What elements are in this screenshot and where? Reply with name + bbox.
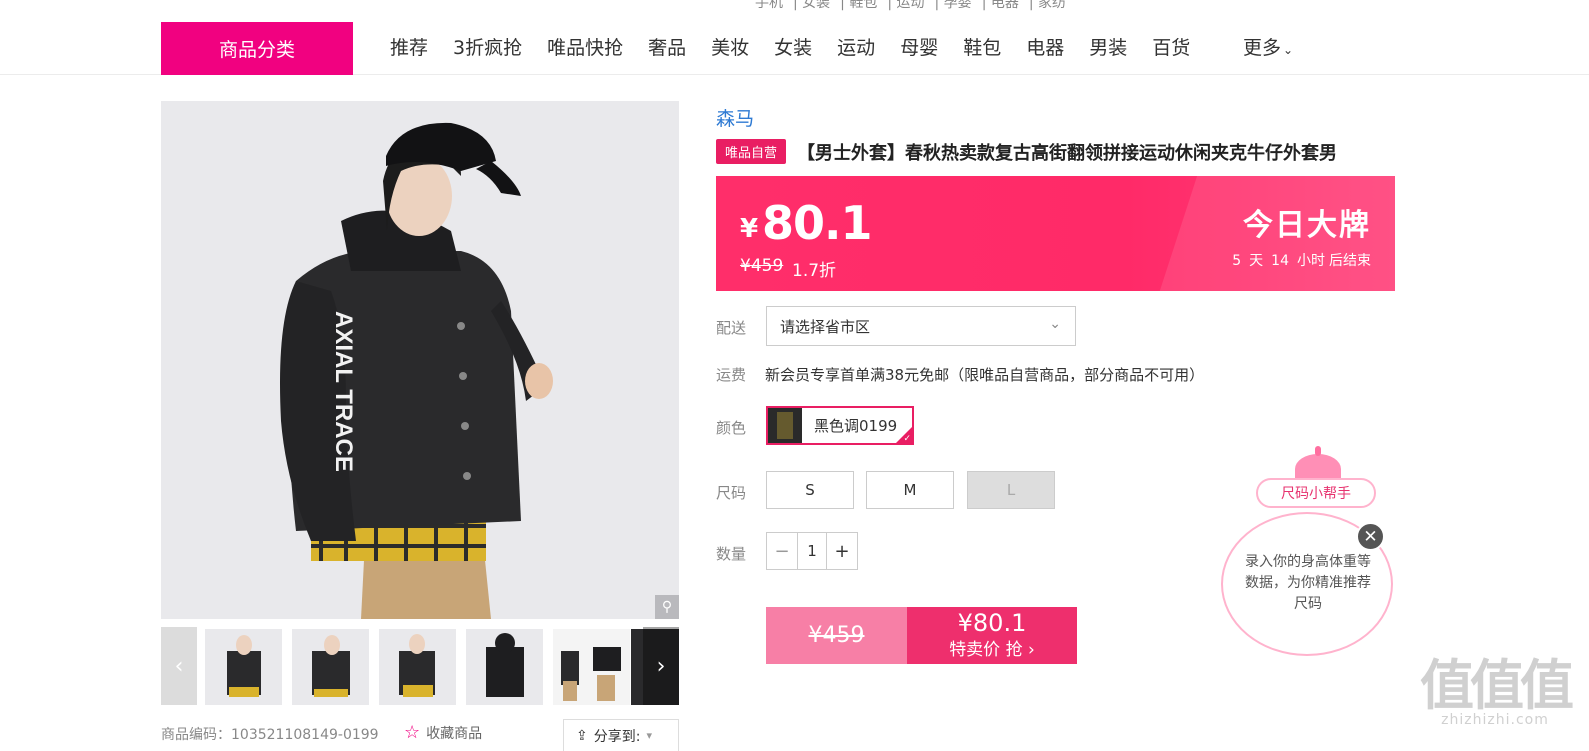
discount-rate: 1.7折 — [792, 261, 837, 281]
watermark-logo: 值值值 — [1420, 654, 1574, 717]
color-swatch — [768, 408, 802, 443]
quantity-stepper: − 1 + — [766, 532, 858, 570]
close-icon[interactable]: ✕ — [1356, 522, 1385, 551]
sale-price: 80.1 — [762, 196, 872, 250]
countdown-days-unit: 天 — [1249, 253, 1264, 269]
chevron-down-icon: ⌄ — [1049, 316, 1061, 332]
thumbnail[interactable] — [292, 629, 369, 705]
product-title: 【男士外套】春秋热卖款复古高街翻领拼接运动休闲夹克牛仔外套男 — [797, 143, 1337, 164]
nav-item-general[interactable]: 百货 — [1152, 33, 1190, 60]
thumbnail[interactable] — [553, 629, 630, 705]
nav-item-quick-buy[interactable]: 唯品快抢 — [547, 33, 623, 60]
color-label: 颜色 — [716, 419, 747, 437]
buy-sale-price: ¥80.1 — [957, 609, 1027, 637]
color-option-label: 黑色调0199 — [814, 417, 898, 435]
share-label: 分享到: — [593, 728, 641, 745]
quantity-value[interactable]: 1 — [797, 533, 827, 569]
thumbnail[interactable] — [379, 629, 456, 705]
category-menu-button[interactable]: 商品分类 — [161, 22, 353, 75]
quantity-label: 数量 — [716, 545, 747, 563]
shipping-label: 运费 — [716, 366, 747, 384]
share-button[interactable]: ⇪ 分享到: ▾ — [563, 719, 679, 751]
decrease-button[interactable]: − — [767, 533, 797, 569]
check-icon: ✓ — [903, 434, 911, 444]
chevron-down-icon: ▾ — [646, 729, 652, 742]
countdown-days: 5 — [1232, 253, 1242, 269]
thumbnail-prev-button[interactable]: ‹ — [161, 627, 197, 705]
brand-link[interactable]: 森马 — [716, 104, 754, 131]
nav-item-appliances[interactable]: 电器 — [1026, 33, 1064, 60]
watermark-url: zhizhizhi.com — [1441, 712, 1549, 728]
size-option-s[interactable]: S — [766, 471, 854, 509]
original-price: ¥459 — [740, 256, 784, 276]
sleeve-text: AXIAL TRACE — [330, 311, 357, 472]
favorite-label: 收藏商品 — [426, 726, 483, 742]
product-page: 手机 | 女装 | 鞋包 | 运动 | 孕婴 | 电器 | 家纺 商品分类 推荐 3折疯抢 … — [0, 0, 1589, 751]
chevron-right-icon: › — [1022, 640, 1035, 660]
size-option-l[interactable]: L — [967, 471, 1055, 509]
nav-items: 推荐 3折疯抢 唯品快抢 奢品 美妆 女装 运动 母婴 鞋包 电器 男装 百货 — [390, 33, 1215, 60]
thumbnail-next-button[interactable]: › — [643, 627, 679, 705]
delivery-label: 配送 — [716, 319, 747, 337]
main-nav: 商品分类 推荐 3折疯抢 唯品快抢 奢品 美妆 女装 运动 母婴 鞋包 电器 男… — [0, 0, 1589, 75]
nav-item-baby[interactable]: 母婴 — [900, 33, 938, 60]
size-helper-text: 录入你的身高体重等数据，为你精准推荐尺码 — [1245, 554, 1371, 612]
buy-original-price[interactable]: ¥459 — [766, 607, 907, 664]
nav-item-men[interactable]: 男装 — [1089, 33, 1127, 60]
countdown-hours: 14 — [1271, 253, 1289, 269]
share-icon: ⇪ — [576, 727, 588, 744]
nav-item-recommend[interactable]: 推荐 — [390, 33, 428, 60]
zoom-icon[interactable]: ⚲ — [655, 595, 679, 619]
thumbnail-strip: ‹ › — [161, 627, 679, 705]
watermark: 值值值 zhizhizhi.com — [1420, 654, 1574, 729]
nav-item-shoes-bags[interactable]: 鞋包 — [963, 33, 1001, 60]
size-option-m[interactable]: M — [866, 471, 954, 509]
thumbnail[interactable] — [205, 629, 282, 705]
nav-item-luxury[interactable]: 奢品 — [648, 33, 686, 60]
sku-code: 商品编码：103521108149-0199 — [161, 727, 379, 743]
buy-sale-label: 特卖价 抢 — [949, 640, 1023, 660]
shipping-info: 新会员专享首单满38元免邮（限唯品自营商品，部分商品不可用） — [765, 366, 1205, 384]
size-label: 尺码 — [716, 484, 747, 502]
chevron-down-icon: ⌄ — [1283, 43, 1294, 57]
nav-more-label: 更多 — [1243, 37, 1282, 59]
price-banner: ¥ 80.1 ¥459 1.7折 今日大牌 5 天 14 小时 后结束 — [716, 176, 1395, 291]
nav-item-beauty[interactable]: 美妆 — [711, 33, 749, 60]
nav-item-flash-30[interactable]: 3折疯抢 — [453, 33, 522, 60]
model-illustration: AXIAL TRACE — [161, 101, 679, 619]
region-select[interactable]: 请选择省市区 ⌄ — [766, 306, 1076, 346]
buy-now-button[interactable]: ¥80.1 特卖价 抢 › — [907, 607, 1077, 664]
color-option-selected[interactable]: 黑色调0199 ✓ — [766, 406, 914, 445]
countdown-suffix: 后结束 — [1329, 253, 1371, 269]
region-placeholder: 请选择省市区 — [780, 317, 871, 336]
price-currency: ¥ — [740, 214, 759, 244]
countdown: 5 天 14 小时 后结束 — [1224, 250, 1371, 270]
thumbnail[interactable] — [466, 629, 543, 705]
favorite-button[interactable]: ☆ 收藏商品 — [404, 722, 482, 743]
star-icon: ☆ — [404, 722, 421, 743]
promo-title: 今日大牌 — [1243, 208, 1371, 243]
nav-more[interactable]: 更多 ⌄ — [1243, 33, 1293, 60]
nav-item-sports[interactable]: 运动 — [837, 33, 875, 60]
size-helper-title[interactable]: 尺码小帮手 — [1256, 478, 1376, 508]
main-product-image[interactable]: AXIAL TRACE ⚲ — [161, 101, 679, 619]
increase-button[interactable]: + — [827, 533, 857, 569]
self-operated-badge: 唯品自营 — [716, 139, 786, 164]
countdown-hours-unit: 小时 — [1297, 253, 1325, 269]
nav-item-women[interactable]: 女装 — [774, 33, 812, 60]
